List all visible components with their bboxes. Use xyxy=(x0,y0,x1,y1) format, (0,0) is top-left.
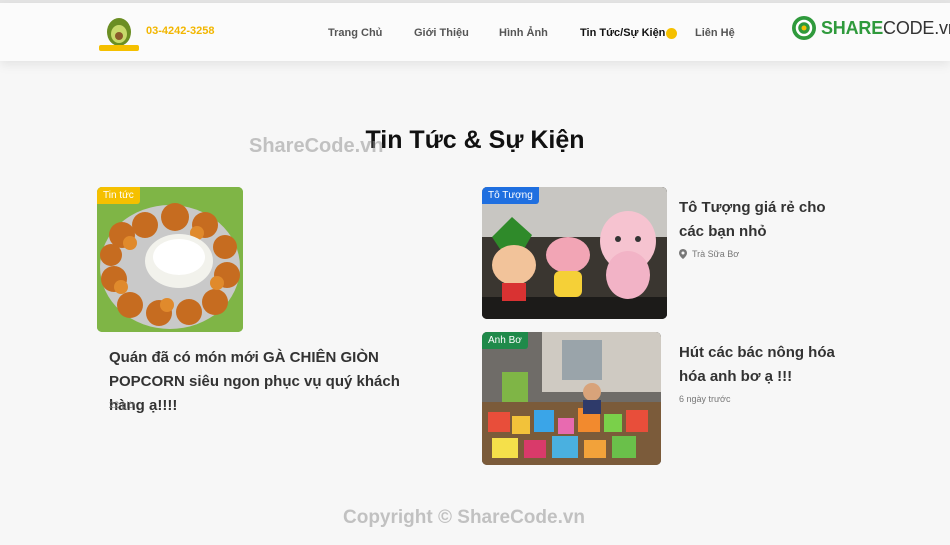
fried-chicken-image xyxy=(97,187,243,332)
item2-image[interactable]: Anh Bơ xyxy=(482,332,661,465)
featured-badge[interactable]: Tin tức xyxy=(97,187,140,204)
item1-location: Trà Sữa Bơ xyxy=(692,249,740,259)
item1-badge[interactable]: Tô Tượng xyxy=(482,187,539,204)
nav-contact[interactable]: Liên Hệ xyxy=(695,27,735,39)
section-title: Tin Tức & Sự Kiện xyxy=(365,126,585,154)
nav-gallery[interactable]: Hình Ảnh xyxy=(499,27,548,39)
nav-home[interactable]: Trang Chủ xyxy=(328,27,382,39)
nav-about[interactable]: Giới Thiệu xyxy=(414,27,469,39)
sharecode-logo-icon xyxy=(792,16,816,40)
featured-image[interactable]: Tin tức xyxy=(97,187,243,332)
featured-title[interactable]: Quán đã có món mới GÀ CHIÊN GIÒN POPCORN… xyxy=(109,346,439,418)
item1-meta: Trà Sữa Bơ xyxy=(679,249,739,259)
item2-badge[interactable]: Anh Bơ xyxy=(482,332,528,349)
shop-items-image xyxy=(482,332,661,465)
brand-bold: SHARE xyxy=(821,17,884,38)
watermark-top: ShareCode.vn xyxy=(249,135,384,157)
sharecode-brand: SHARECODE.vn xyxy=(791,14,950,42)
nav-news[interactable]: Tin Tức/Sự Kiện xyxy=(580,27,665,39)
active-dot-icon xyxy=(666,28,677,39)
item1-image[interactable]: Tô Tượng xyxy=(482,187,667,319)
figurines-image xyxy=(482,187,667,319)
item2-time: 6 ngày trước xyxy=(679,394,731,404)
featured-time: 22 giờ xyxy=(109,400,135,410)
brand-thin: CODE.vn xyxy=(883,17,950,38)
watermark-bottom: Copyright © ShareCode.vn xyxy=(343,507,586,528)
site-header: 03-4242-3258 Trang Chủ Giới Thiệu Hình Ả… xyxy=(0,3,950,61)
avocado-logo-icon xyxy=(99,18,139,51)
location-pin-icon xyxy=(679,249,687,259)
item1-title[interactable]: Tô Tượng giá rẻ cho các bạn nhỏ xyxy=(679,196,849,244)
phone-number[interactable]: 03-4242-3258 xyxy=(146,25,215,37)
item2-title[interactable]: Hút các bác nông hóa hóa anh bơ ạ !!! xyxy=(679,341,849,389)
logo[interactable] xyxy=(97,16,141,52)
